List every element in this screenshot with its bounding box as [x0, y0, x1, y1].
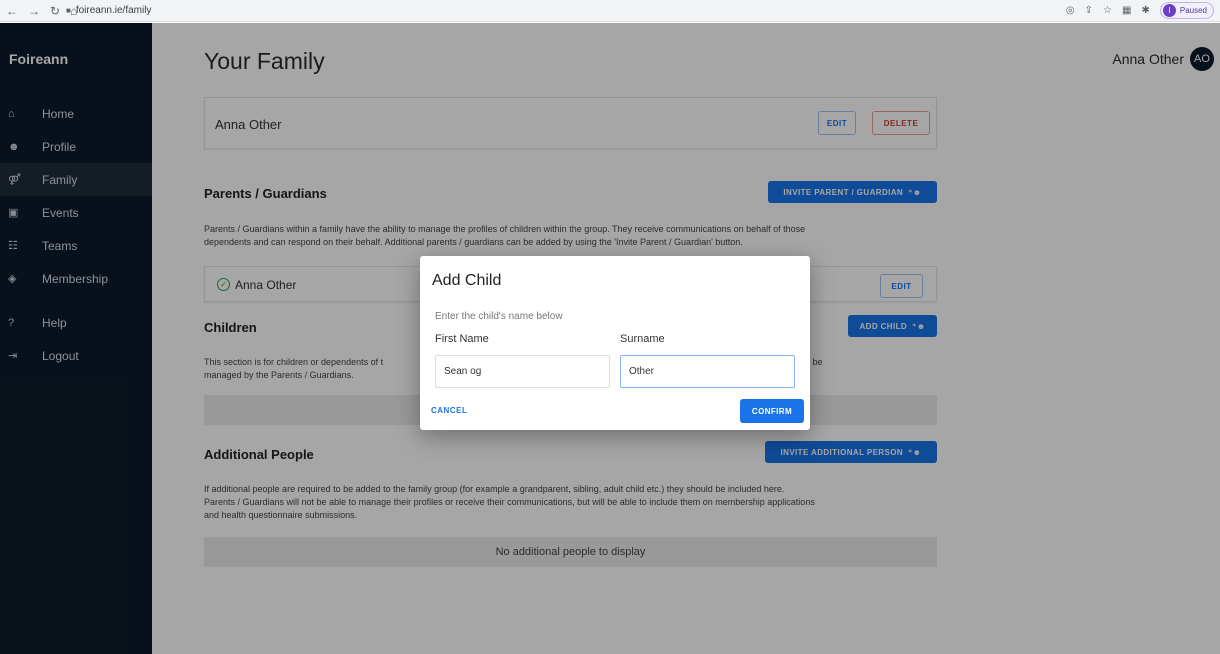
surname-field[interactable] — [620, 355, 795, 388]
surname-label: Surname — [620, 333, 665, 345]
browser-nav: ← → ↻ ⌂ — [0, 4, 77, 18]
extension-icon[interactable]: ▦ — [1122, 5, 1131, 16]
dialog-subtitle: Enter the child's name below — [435, 311, 563, 322]
browser-toolbar: ← → ↻ ⌂ ■ foireann.ie/family ◎ ⇪ ☆ ▦ ✱ I… — [0, 0, 1220, 22]
browser-extensions: ◎ ⇪ ☆ ▦ ✱ I Paused — [1066, 2, 1214, 19]
dialog-title: Add Child — [432, 272, 502, 289]
lock-icon: ■ — [66, 6, 71, 15]
address-url: foireann.ie/family — [75, 5, 152, 16]
reload-icon[interactable]: ↻ — [50, 4, 60, 18]
profile-avatar: I — [1162, 4, 1176, 17]
add-child-dialog: Add Child Enter the child's name below F… — [420, 256, 810, 430]
first-name-field[interactable] — [435, 355, 610, 388]
confirm-button[interactable]: CONFIRM — [740, 399, 804, 423]
star-icon[interactable]: ☆ — [1103, 5, 1112, 16]
dialog-actions: CANCEL CONFIRM — [420, 399, 810, 430]
puzzle-icon[interactable]: ✱ — [1141, 5, 1149, 16]
paused-label: Paused — [1179, 6, 1207, 15]
share-icon[interactable]: ⇪ — [1085, 5, 1093, 16]
profile-paused-button[interactable]: I Paused — [1159, 2, 1214, 19]
address-bar[interactable]: ■ foireann.ie/family — [66, 5, 151, 16]
tracking-icon[interactable]: ◎ — [1066, 5, 1075, 16]
forward-icon[interactable]: → — [28, 4, 40, 18]
back-icon[interactable]: ← — [6, 4, 18, 18]
cancel-button[interactable]: CANCEL — [431, 406, 467, 415]
first-name-label: First Name — [435, 333, 489, 345]
